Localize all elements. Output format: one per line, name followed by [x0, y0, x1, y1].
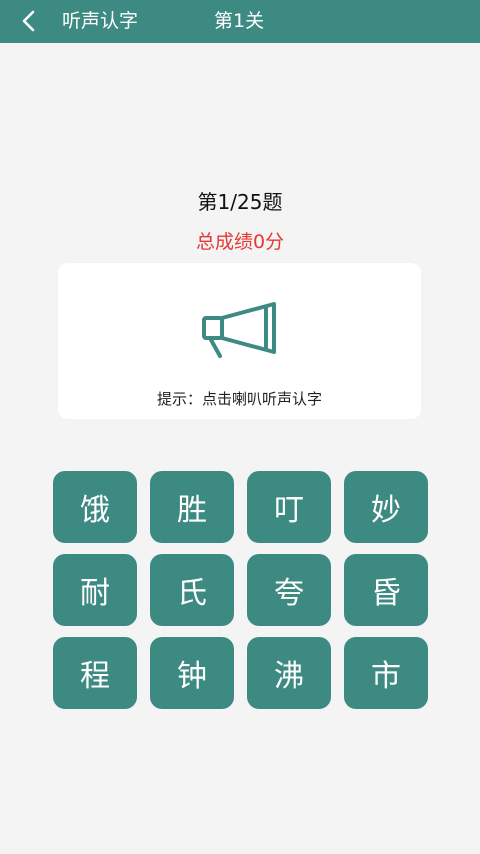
megaphone-icon: [202, 302, 276, 358]
question-progress: 第1/25题: [197, 190, 283, 214]
choice-button[interactable]: 饿: [53, 471, 137, 543]
choice-button[interactable]: 程: [53, 637, 137, 709]
choice-button[interactable]: 耐: [53, 554, 137, 626]
choice-button[interactable]: 氏: [150, 554, 234, 626]
chevron-left-icon: [22, 10, 35, 32]
choice-button[interactable]: 钟: [150, 637, 234, 709]
choice-button[interactable]: 昏: [344, 554, 428, 626]
page-title: 听声认字: [62, 10, 139, 32]
choice-button[interactable]: 叮: [247, 471, 331, 543]
choice-button[interactable]: 市: [344, 637, 428, 709]
choice-grid: 饿 胜 叮 妙 耐 氏 夸 昏 程 钟 沸 市: [53, 471, 428, 709]
app-header: 听声认字 第1关: [0, 0, 480, 43]
choice-button[interactable]: 夸: [247, 554, 331, 626]
choice-button[interactable]: 沸: [247, 637, 331, 709]
choice-button[interactable]: 胜: [150, 471, 234, 543]
back-button[interactable]: [14, 6, 44, 36]
hint-text: 提示：点击喇叭听声认字: [156, 390, 322, 408]
choice-button[interactable]: 妙: [344, 471, 428, 543]
speaker-button[interactable]: [196, 300, 280, 362]
total-score: 总成绩0分: [195, 231, 285, 253]
level-title: 第1关: [214, 10, 265, 32]
